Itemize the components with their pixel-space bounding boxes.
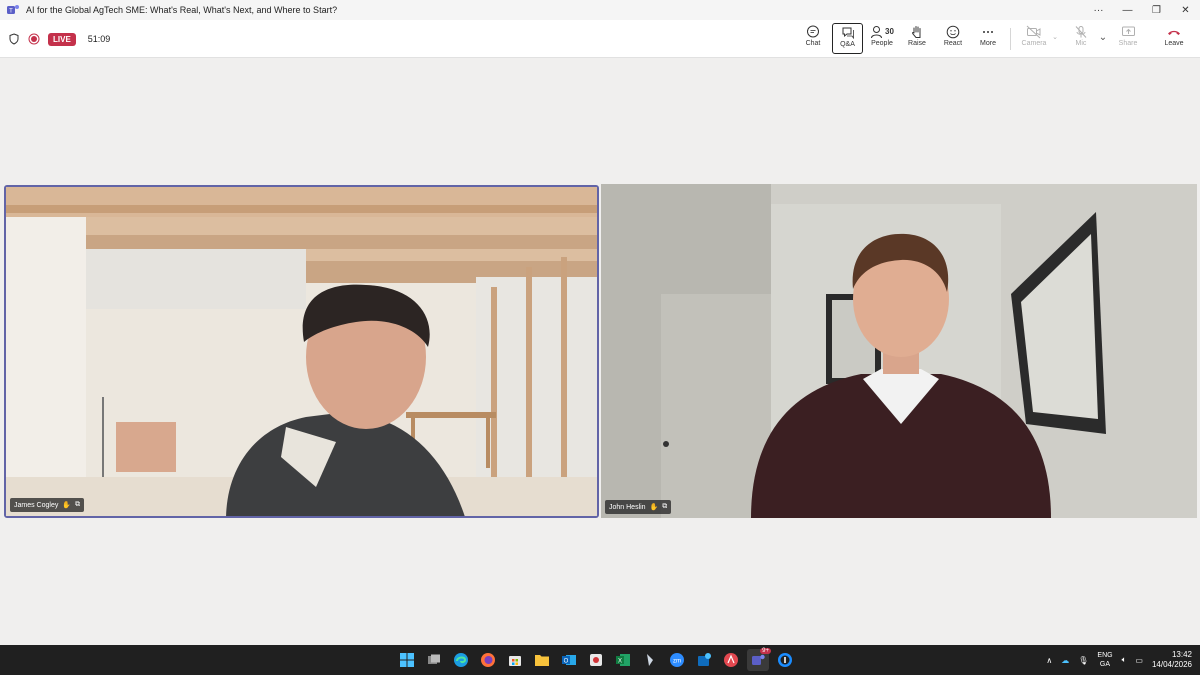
people-button[interactable]: 30 People [868, 23, 896, 54]
close-button[interactable]: ✕ [1171, 0, 1200, 20]
teams-taskbar-icon[interactable]: 9+ [747, 648, 771, 671]
restore-button[interactable]: ❐ [1142, 0, 1171, 20]
svg-text:O: O [564, 659, 569, 665]
participant-name-tag: John Heslin ✋ ⧉ [605, 500, 672, 514]
qa-label: Q&A [840, 41, 855, 48]
hand-icon [912, 26, 921, 38]
ellipsis-icon [983, 31, 993, 33]
clock-time: 13:42 [1171, 650, 1192, 659]
task-view-icon[interactable] [423, 649, 445, 671]
more-options-icon[interactable]: ··· [1084, 0, 1113, 20]
meeting-stage: James Cogley ✋ ⧉ John Heslin ✋ ⧉ [0, 58, 1200, 644]
firefox-icon[interactable] [477, 649, 499, 671]
share-button[interactable]: Share [1114, 23, 1142, 54]
file-explorer-icon[interactable] [531, 649, 553, 671]
toolbar-divider [1010, 28, 1011, 50]
window-title: AI for the Global AgTech SME: What's Rea… [26, 5, 338, 15]
teams-notification-badge: 9+ [760, 648, 771, 654]
share-label: Share [1118, 40, 1138, 47]
zoom-icon[interactable]: zm [666, 649, 688, 671]
raise-hand-button[interactable]: Raise [904, 23, 930, 54]
svg-text:T: T [9, 9, 13, 15]
teams-icon: T [7, 5, 19, 15]
react-label: React [943, 40, 963, 47]
meeting-timer: 51:09 [87, 34, 111, 44]
clock-date: 14/04/2026 [1151, 660, 1192, 669]
mic-label: Mic [1075, 40, 1087, 47]
meeting-toolbar: LIVE 51:09 Chat Q&A 30 People Raise Reac… [0, 20, 1200, 58]
chevron-up-icon[interactable]: ∧ [1046, 656, 1052, 665]
participant-video [601, 184, 1197, 518]
windows-start-icon[interactable] [396, 649, 418, 671]
shield-icon[interactable] [8, 33, 20, 45]
cursor-app-icon[interactable] [639, 649, 661, 671]
raise-label: Raise [908, 40, 926, 47]
onedrive-icon[interactable]: ☁ [1061, 656, 1069, 665]
screen-share-icon: ⧉ [75, 501, 81, 508]
camera-off-icon [1026, 25, 1041, 39]
hang-up-icon [1168, 30, 1180, 35]
store-icon[interactable] [504, 649, 526, 671]
recording-icon [28, 33, 40, 45]
language-indicator[interactable]: ENG GA [1097, 651, 1112, 669]
outlook-new-icon[interactable] [693, 649, 715, 671]
system-tray: ∧ ☁ 🎙︎ ENG GA 🔈︎ ▭ 13:42 14/04/2026 [1046, 645, 1192, 675]
snipping-tool-icon[interactable] [585, 649, 607, 671]
minimize-button[interactable]: — [1113, 0, 1142, 20]
react-button[interactable]: React [940, 23, 966, 54]
title-bar: T AI for the Global AgTech SME: What's R… [0, 0, 1200, 20]
participant-video [6, 187, 597, 516]
raise-hand-icon: ✋ [62, 502, 72, 509]
camera-button[interactable]: Camera [1018, 23, 1050, 54]
participant-name-tag: James Cogley ✋ ⧉ [10, 498, 85, 512]
video-tile-james-cogley[interactable]: James Cogley ✋ ⧉ [4, 185, 599, 518]
people-label: People [871, 40, 893, 47]
share-icon [1121, 26, 1135, 36]
leave-label: Leave [1164, 40, 1184, 47]
outlook-icon[interactable]: O [558, 649, 580, 671]
screen-share-icon: ⧉ [662, 503, 668, 510]
people-count: 30 [885, 26, 894, 36]
live-badge: LIVE [48, 32, 76, 46]
excel-icon[interactable]: X [612, 649, 634, 671]
more-button[interactable]: More [975, 23, 1001, 54]
mic-off-icon [1075, 26, 1087, 38]
speaker-icon[interactable]: 🔈︎ [1122, 655, 1127, 665]
camera-label: Camera [1021, 40, 1047, 47]
battery-icon[interactable]: ▭ [1135, 656, 1143, 665]
chat-icon [807, 25, 819, 38]
emoji-icon [946, 25, 960, 39]
1password-icon[interactable] [774, 649, 796, 671]
people-icon [871, 26, 883, 39]
svg-text:zm: zm [673, 659, 681, 665]
participant-name: John Heslin [609, 503, 646, 511]
chat-button[interactable]: Chat [800, 23, 826, 54]
participant-name: James Cogley [14, 501, 59, 509]
more-label: More [980, 40, 996, 47]
leave-button[interactable]: Leave [1160, 23, 1188, 54]
video-tile-john-heslin[interactable]: John Heslin ✋ ⧉ [601, 184, 1197, 518]
acrobat-icon[interactable] [720, 649, 742, 671]
mic-button[interactable]: Mic [1068, 23, 1094, 54]
taskbar: O X zm 9+ ∧ ☁ 🎙︎ ENG GA 🔈︎ ▭ 13:42 14/04… [0, 645, 1200, 675]
qa-icon [842, 27, 854, 40]
keyboard-layout: GA [1099, 661, 1111, 668]
clock[interactable]: 13:42 14/04/2026 [1152, 650, 1192, 670]
qa-button[interactable]: Q&A [832, 23, 863, 54]
raise-hand-icon: ✋ [649, 504, 659, 511]
svg-text:X: X [618, 659, 622, 665]
chat-label: Chat [805, 40, 821, 47]
mic-muted-tray-icon[interactable]: 🎙︎ [1078, 656, 1088, 665]
edge-icon[interactable] [450, 649, 472, 671]
language-code: ENG [1097, 652, 1113, 659]
